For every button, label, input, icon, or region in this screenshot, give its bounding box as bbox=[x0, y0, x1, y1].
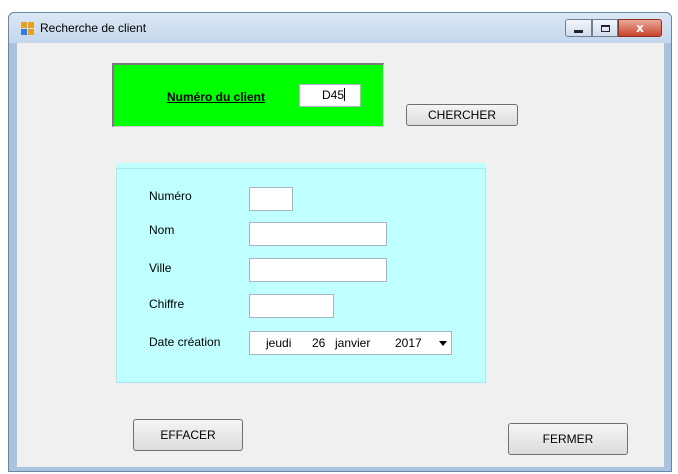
maximize-button[interactable] bbox=[592, 19, 618, 37]
search-button[interactable]: CHERCHER bbox=[406, 104, 518, 126]
app-window-icon bbox=[21, 22, 35, 35]
client-number-label: Numéro du client bbox=[167, 90, 266, 104]
close-button[interactable]: FERMER bbox=[508, 423, 628, 455]
client-area: Numéro du client D45 CHERCHER Numéro Nom… bbox=[17, 43, 664, 467]
minimize-icon bbox=[574, 29, 583, 33]
client-number-value: D45 bbox=[322, 88, 345, 102]
nom-label: Nom bbox=[149, 223, 175, 237]
client-number-input[interactable]: D45 bbox=[299, 84, 361, 107]
date-weekday: jeudi bbox=[266, 336, 292, 350]
chiffre-label: Chiffre bbox=[149, 297, 185, 311]
chevron-down-icon[interactable] bbox=[439, 341, 447, 346]
client-form-panel: Numéro Nom Ville Chiffre Date création j… bbox=[116, 168, 486, 383]
date-creation-label: Date création bbox=[149, 335, 221, 349]
text-caret bbox=[344, 88, 346, 101]
search-panel: Numéro du client D45 bbox=[112, 63, 384, 127]
app-window: Recherche de client x Numéro du client D… bbox=[8, 12, 672, 472]
close-window-button[interactable]: x bbox=[618, 19, 662, 37]
numero-label: Numéro bbox=[149, 189, 192, 203]
minimize-button[interactable] bbox=[565, 19, 592, 37]
date-creation-picker[interactable]: jeudi 26 janvier 2017 bbox=[249, 331, 452, 355]
window-title: Recherche de client bbox=[40, 21, 147, 35]
numero-field[interactable] bbox=[249, 187, 293, 211]
date-month: janvier bbox=[335, 336, 371, 350]
chiffre-field[interactable] bbox=[249, 294, 334, 318]
ville-label: Ville bbox=[149, 261, 172, 275]
date-year: 2017 bbox=[395, 336, 422, 350]
date-day: 26 bbox=[312, 336, 326, 350]
maximize-icon bbox=[600, 24, 610, 32]
ville-field[interactable] bbox=[249, 258, 387, 282]
close-icon: x bbox=[636, 21, 644, 35]
clear-button[interactable]: EFFACER bbox=[133, 419, 243, 451]
nom-field[interactable] bbox=[249, 222, 387, 246]
title-bar[interactable]: Recherche de client x bbox=[9, 13, 671, 43]
